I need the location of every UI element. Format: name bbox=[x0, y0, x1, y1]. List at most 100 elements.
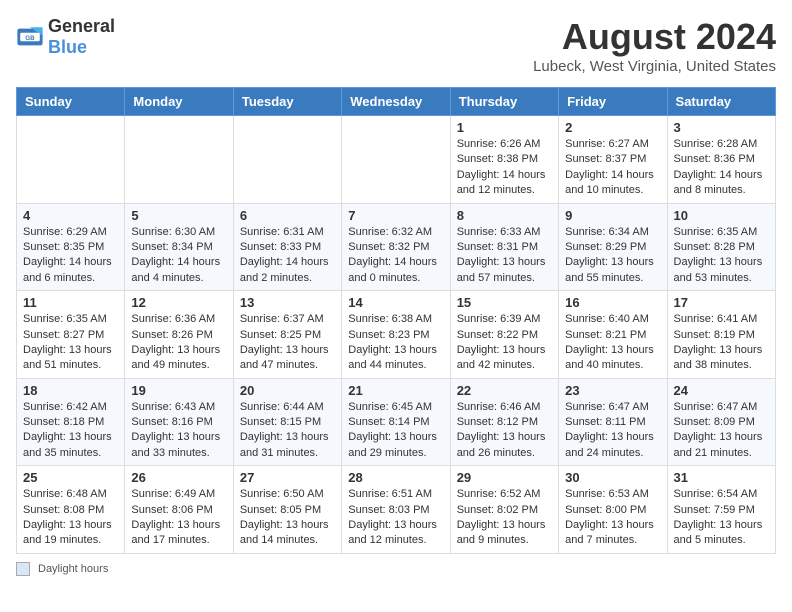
calendar-cell: 21 Sunrise: 6:45 AM Sunset: 8:14 PM Dayli… bbox=[342, 378, 450, 466]
calendar-cell: 26Sunrise: 6:49 AM Sunset: 8:06 PM Dayli… bbox=[125, 466, 233, 554]
day-info: Sunrise: 6:27 AM Sunset: 8:37 PM Dayligh… bbox=[565, 137, 660, 199]
day-info: Sunrise: 6:31 AM Sunset: 8:33 PM Dayligh… bbox=[240, 225, 335, 287]
calendar-cell: 28 Sunrise: 6:51 AM Sunset: 8:03 PM Dayli… bbox=[342, 466, 450, 554]
day-number: 31 bbox=[674, 470, 769, 485]
logo-blue-text: Blue bbox=[48, 37, 87, 57]
calendar-cell: 13 Sunrise: 6:37 AM Sunset: 8:25 PM Dayli… bbox=[233, 291, 341, 379]
calendar-cell: 17Sunrise: 6:41 AM Sunset: 8:19 PM Dayli… bbox=[667, 291, 775, 379]
day-header-sunday: Sunday bbox=[17, 88, 125, 116]
day-info: Sunrise: 6:42 AM Sunset: 8:18 PM Dayligh… bbox=[23, 400, 118, 462]
day-info: Sunrise: 6:51 AM Sunset: 8:03 PM Dayligh… bbox=[348, 487, 443, 549]
day-number: 12 bbox=[131, 295, 226, 310]
calendar-cell: 31 Sunrise: 6:54 AM Sunset: 7:59 PM Dayli… bbox=[667, 466, 775, 554]
day-number: 30 bbox=[565, 470, 660, 485]
calendar-cell: 19 Sunrise: 6:43 AM Sunset: 8:16 PM Dayli… bbox=[125, 378, 233, 466]
day-info: Sunrise: 6:49 AM Sunset: 8:06 PM Dayligh… bbox=[131, 487, 226, 549]
calendar-cell: 24Sunrise: 6:47 AM Sunset: 8:09 PM Dayli… bbox=[667, 378, 775, 466]
calendar-cell: 16 Sunrise: 6:40 AM Sunset: 8:21 PM Dayli… bbox=[559, 291, 667, 379]
header: GB General Blue August 2024 Lubeck, West… bbox=[16, 16, 776, 75]
day-info: Sunrise: 6:32 AM Sunset: 8:32 PM Dayligh… bbox=[348, 225, 443, 287]
day-header-thursday: Thursday bbox=[450, 88, 558, 116]
logo: GB General Blue bbox=[16, 16, 115, 58]
day-number: 9 bbox=[565, 208, 660, 223]
day-number: 16 bbox=[565, 295, 660, 310]
day-number: 5 bbox=[131, 208, 226, 223]
day-info: Sunrise: 6:33 AM Sunset: 8:31 PM Dayligh… bbox=[457, 225, 552, 287]
calendar-cell: 12 Sunrise: 6:36 AM Sunset: 8:26 PM Dayli… bbox=[125, 291, 233, 379]
day-info: Sunrise: 6:46 AM Sunset: 8:12 PM Dayligh… bbox=[457, 400, 552, 462]
day-number: 13 bbox=[240, 295, 335, 310]
day-number: 23 bbox=[565, 383, 660, 398]
day-header-tuesday: Tuesday bbox=[233, 88, 341, 116]
day-info: Sunrise: 6:44 AM Sunset: 8:15 PM Dayligh… bbox=[240, 400, 335, 462]
calendar-cell: 22 Sunrise: 6:46 AM Sunset: 8:12 PM Dayli… bbox=[450, 378, 558, 466]
day-info: Sunrise: 6:34 AM Sunset: 8:29 PM Dayligh… bbox=[565, 225, 660, 287]
calendar-week-row: 4 Sunrise: 6:29 AM Sunset: 8:35 PM Daylig… bbox=[17, 203, 776, 291]
day-info: Sunrise: 6:54 AM Sunset: 7:59 PM Dayligh… bbox=[674, 487, 769, 549]
calendar: SundayMondayTuesdayWednesdayThursdayFrid… bbox=[16, 87, 776, 554]
day-number: 2 bbox=[565, 120, 660, 135]
calendar-cell: 9 Sunrise: 6:34 AM Sunset: 8:29 PM Daylig… bbox=[559, 203, 667, 291]
calendar-cell: 1Sunrise: 6:26 AM Sunset: 8:38 PM Daylig… bbox=[450, 116, 558, 204]
day-info: Sunrise: 6:29 AM Sunset: 8:35 PM Dayligh… bbox=[23, 225, 118, 287]
calendar-cell: 25Sunrise: 6:48 AM Sunset: 8:08 PM Dayli… bbox=[17, 466, 125, 554]
day-number: 17 bbox=[674, 295, 769, 310]
day-info: Sunrise: 6:45 AM Sunset: 8:14 PM Dayligh… bbox=[348, 400, 443, 462]
day-info: Sunrise: 6:47 AM Sunset: 8:11 PM Dayligh… bbox=[565, 400, 660, 462]
day-info: Sunrise: 6:50 AM Sunset: 8:05 PM Dayligh… bbox=[240, 487, 335, 549]
day-info: Sunrise: 6:35 AM Sunset: 8:27 PM Dayligh… bbox=[23, 312, 118, 374]
calendar-cell: 29 Sunrise: 6:52 AM Sunset: 8:02 PM Dayli… bbox=[450, 466, 558, 554]
calendar-cell: 27Sunrise: 6:50 AM Sunset: 8:05 PM Dayli… bbox=[233, 466, 341, 554]
day-info: Sunrise: 6:43 AM Sunset: 8:16 PM Dayligh… bbox=[131, 400, 226, 462]
day-number: 6 bbox=[240, 208, 335, 223]
day-number: 11 bbox=[23, 295, 118, 310]
calendar-cell: 30 Sunrise: 6:53 AM Sunset: 8:00 PM Dayli… bbox=[559, 466, 667, 554]
day-header-monday: Monday bbox=[125, 88, 233, 116]
calendar-cell: 2 Sunrise: 6:27 AM Sunset: 8:37 PM Daylig… bbox=[559, 116, 667, 204]
calendar-week-row: 11 Sunrise: 6:35 AM Sunset: 8:27 PM Dayli… bbox=[17, 291, 776, 379]
day-info: Sunrise: 6:28 AM Sunset: 8:36 PM Dayligh… bbox=[674, 137, 769, 199]
day-number: 7 bbox=[348, 208, 443, 223]
calendar-week-row: 18 Sunrise: 6:42 AM Sunset: 8:18 PM Dayli… bbox=[17, 378, 776, 466]
day-info: Sunrise: 6:53 AM Sunset: 8:00 PM Dayligh… bbox=[565, 487, 660, 549]
day-number: 8 bbox=[457, 208, 552, 223]
logo-icon: GB bbox=[16, 23, 44, 51]
day-info: Sunrise: 6:52 AM Sunset: 8:02 PM Dayligh… bbox=[457, 487, 552, 549]
day-number: 20 bbox=[240, 383, 335, 398]
title-area: August 2024 Lubeck, West Virginia, Unite… bbox=[533, 16, 776, 75]
calendar-cell bbox=[125, 116, 233, 204]
day-info: Sunrise: 6:35 AM Sunset: 8:28 PM Dayligh… bbox=[674, 225, 769, 287]
day-number: 29 bbox=[457, 470, 552, 485]
calendar-cell: 10Sunrise: 6:35 AM Sunset: 8:28 PM Dayli… bbox=[667, 203, 775, 291]
calendar-cell: 5Sunrise: 6:30 AM Sunset: 8:34 PM Daylig… bbox=[125, 203, 233, 291]
location-title: Lubeck, West Virginia, United States bbox=[533, 58, 776, 75]
legend: Daylight hours bbox=[16, 562, 776, 576]
calendar-cell: 3 Sunrise: 6:28 AM Sunset: 8:36 PM Daylig… bbox=[667, 116, 775, 204]
calendar-cell: 23 Sunrise: 6:47 AM Sunset: 8:11 PM Dayli… bbox=[559, 378, 667, 466]
day-number: 18 bbox=[23, 383, 118, 398]
day-info: Sunrise: 6:48 AM Sunset: 8:08 PM Dayligh… bbox=[23, 487, 118, 549]
day-number: 3 bbox=[674, 120, 769, 135]
day-number: 19 bbox=[131, 383, 226, 398]
calendar-cell: 7 Sunrise: 6:32 AM Sunset: 8:32 PM Daylig… bbox=[342, 203, 450, 291]
calendar-cell: 6 Sunrise: 6:31 AM Sunset: 8:33 PM Daylig… bbox=[233, 203, 341, 291]
day-number: 28 bbox=[348, 470, 443, 485]
calendar-week-row: 1Sunrise: 6:26 AM Sunset: 8:38 PM Daylig… bbox=[17, 116, 776, 204]
day-number: 4 bbox=[23, 208, 118, 223]
calendar-cell bbox=[17, 116, 125, 204]
day-info: Sunrise: 6:36 AM Sunset: 8:26 PM Dayligh… bbox=[131, 312, 226, 374]
day-info: Sunrise: 6:37 AM Sunset: 8:25 PM Dayligh… bbox=[240, 312, 335, 374]
logo-general-text: General bbox=[48, 16, 115, 36]
calendar-cell: 11 Sunrise: 6:35 AM Sunset: 8:27 PM Dayli… bbox=[17, 291, 125, 379]
day-number: 21 bbox=[348, 383, 443, 398]
calendar-cell: 8 Sunrise: 6:33 AM Sunset: 8:31 PM Daylig… bbox=[450, 203, 558, 291]
day-info: Sunrise: 6:38 AM Sunset: 8:23 PM Dayligh… bbox=[348, 312, 443, 374]
svg-text:GB: GB bbox=[25, 35, 35, 42]
month-title: August 2024 bbox=[533, 16, 776, 58]
day-number: 22 bbox=[457, 383, 552, 398]
legend-box bbox=[16, 562, 30, 576]
day-number: 1 bbox=[457, 120, 552, 135]
calendar-cell bbox=[233, 116, 341, 204]
calendar-cell: 18 Sunrise: 6:42 AM Sunset: 8:18 PM Dayli… bbox=[17, 378, 125, 466]
day-info: Sunrise: 6:40 AM Sunset: 8:21 PM Dayligh… bbox=[565, 312, 660, 374]
